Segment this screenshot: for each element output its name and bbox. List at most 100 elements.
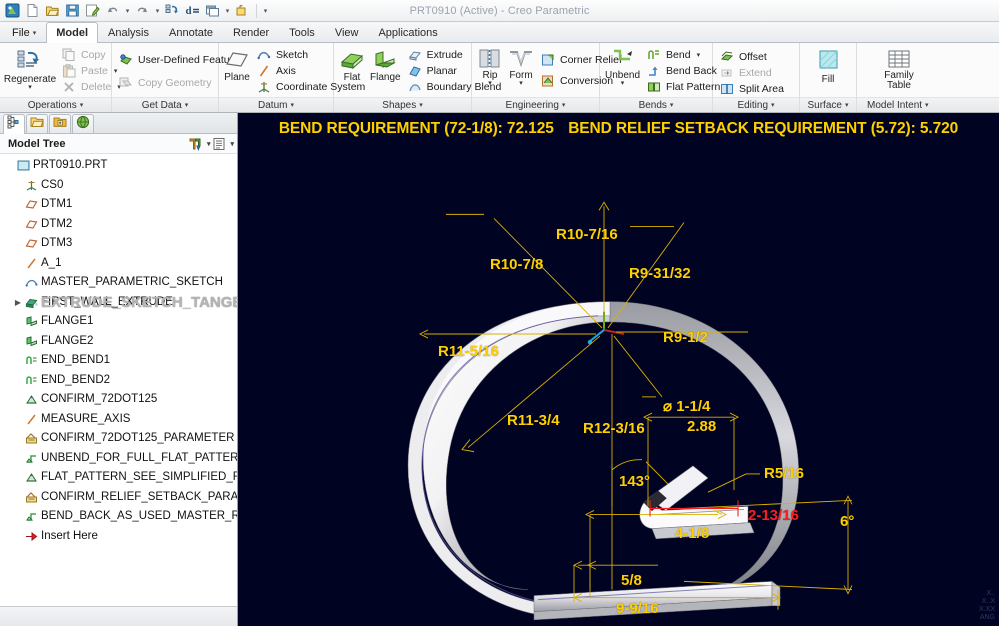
regenerate-caret-icon[interactable]: ▾ bbox=[28, 85, 32, 91]
model-tree[interactable]: PRT0910.PRT CS0DTM1DTM2DTM3A_1MASTER_PARA… bbox=[0, 154, 237, 606]
tab-file[interactable]: File▾ bbox=[2, 22, 46, 42]
tree-node[interactable]: FLAT_PATTERN_SEE_SIMPLIFIED_REP bbox=[0, 468, 237, 488]
dim-r12-3-16[interactable]: R12-3/16 bbox=[583, 420, 645, 437]
dim-r9-31-32[interactable]: R9-31/32 bbox=[629, 265, 691, 282]
new-file-icon[interactable] bbox=[23, 2, 42, 20]
unbend-button[interactable]: Unbend ▾ bbox=[604, 46, 641, 88]
fill-button[interactable]: Fill bbox=[807, 46, 849, 86]
ribbon-group-surface-label[interactable]: Surface▾ bbox=[800, 97, 856, 112]
flange-button[interactable]: Flange bbox=[369, 46, 402, 84]
form-caret-icon[interactable]: ▾ bbox=[519, 81, 523, 87]
bend-caret-icon[interactable]: ▾ bbox=[697, 51, 701, 59]
tab-view[interactable]: View bbox=[325, 22, 369, 42]
ribbon-group-get-data-label[interactable]: Get Data▾ bbox=[112, 97, 218, 112]
dim-9-9-16[interactable]: 9-9/16 bbox=[616, 600, 659, 617]
ribbon-group-editing-label[interactable]: Editing▾ bbox=[713, 97, 799, 112]
save-icon[interactable] bbox=[63, 2, 82, 20]
extend-button[interactable]: Extend bbox=[717, 65, 789, 81]
ribbon-group-datum-label[interactable]: Datum▾ bbox=[219, 97, 333, 112]
dim-r11-5-16[interactable]: R11-5/16 bbox=[438, 343, 499, 360]
ribbon-group-operations-label[interactable]: Operations▾ bbox=[0, 97, 111, 112]
tree-node[interactable]: END_BEND2 bbox=[0, 371, 237, 391]
form-button[interactable]: Form ▾ bbox=[507, 46, 535, 88]
tree-node-label: PRT0910.PRT bbox=[33, 159, 107, 172]
tab-annotate[interactable]: Annotate bbox=[159, 22, 223, 42]
regenerate-button[interactable]: Regenerate ▾ bbox=[4, 46, 56, 92]
split-area-button[interactable]: Split Area bbox=[717, 81, 789, 97]
tree-node[interactable]: CONFIRM_72DOT125 bbox=[0, 390, 237, 410]
open-file-icon[interactable] bbox=[43, 2, 62, 20]
ribbon-group-engineering-label[interactable]: Engineering▾ bbox=[472, 97, 599, 112]
dim-5-8[interactable]: 5/8 bbox=[621, 572, 642, 589]
undo-icon[interactable] bbox=[103, 2, 122, 20]
redo-icon[interactable] bbox=[133, 2, 152, 20]
tree-node[interactable]: END_BEND1 bbox=[0, 351, 237, 371]
flat-button[interactable]: Flat bbox=[338, 46, 366, 84]
split-area-label: Split Area bbox=[739, 83, 784, 95]
tree-node[interactable]: FLANGE2 bbox=[0, 332, 237, 352]
redo-dropdown-caret-icon[interactable]: ▾ bbox=[153, 7, 162, 15]
offset-button[interactable]: Offset bbox=[717, 49, 789, 65]
graphics-viewport[interactable]: BEND REQUIREMENT (72-1/8): 72.125 BEND R… bbox=[238, 113, 999, 626]
undo-dropdown-caret-icon[interactable]: ▾ bbox=[123, 7, 132, 15]
tab-tools[interactable]: Tools bbox=[279, 22, 325, 42]
rip-caret-icon[interactable]: ▾ bbox=[488, 81, 492, 87]
rip-button[interactable]: Rip ▾ bbox=[476, 46, 504, 88]
ribbon-group-model-intent-label[interactable]: Model Intent▾ bbox=[857, 97, 999, 112]
tab-model[interactable]: Model bbox=[46, 22, 98, 43]
plane-button[interactable]: Plane bbox=[223, 46, 251, 84]
dim-r10-7-8[interactable]: R10-7/8 bbox=[490, 256, 543, 273]
analysis-icon bbox=[24, 471, 39, 484]
dim-r11-3-4[interactable]: R11-3/4 bbox=[507, 412, 560, 429]
tree-node[interactable]: FLANGE1 bbox=[0, 312, 237, 332]
tree-node[interactable]: CONFIRM_72DOT125_PARAMETER bbox=[0, 429, 237, 449]
analysis-icon bbox=[24, 393, 39, 406]
tab-analysis[interactable]: Analysis bbox=[98, 22, 159, 42]
hook-angled-arm bbox=[648, 466, 708, 511]
folder-browser-tab[interactable] bbox=[26, 114, 48, 133]
window-dropdown-caret-icon[interactable]: ▾ bbox=[223, 7, 232, 15]
out-of-spec-dimension-line bbox=[650, 500, 738, 516]
relation-icon[interactable]: d bbox=[183, 2, 202, 20]
dim-r5-16[interactable]: R5/16 bbox=[764, 465, 804, 482]
tree-node[interactable]: Insert Here bbox=[0, 527, 237, 547]
tab-render[interactable]: Render bbox=[223, 22, 279, 42]
favorites-tab[interactable] bbox=[49, 114, 71, 133]
dim-2-88[interactable]: 2.88 bbox=[687, 418, 716, 435]
tree-node[interactable]: CS0 bbox=[0, 176, 237, 196]
tree-node[interactable]: MASTER_PARAMETRIC_SKETCH bbox=[0, 273, 237, 293]
tree-node[interactable]: BEND_BACK_AS_USED_MASTER_REP bbox=[0, 507, 237, 527]
save-as-icon[interactable] bbox=[83, 2, 102, 20]
close-window-icon[interactable] bbox=[233, 2, 252, 20]
tree-node[interactable]: A_1 bbox=[0, 254, 237, 274]
dim-4-1-8[interactable]: 4-1/8 bbox=[675, 525, 709, 542]
tree-node[interactable]: PRT0910.PRT bbox=[0, 156, 237, 176]
tab-applications[interactable]: Applications bbox=[368, 22, 447, 42]
dim-6-deg[interactable]: 6° bbox=[840, 513, 854, 530]
ribbon-group-bends-label[interactable]: Bends▾ bbox=[600, 97, 712, 112]
dim-dia-1-1-4[interactable]: ⌀ 1-1/4 bbox=[663, 397, 710, 415]
unbend-caret-icon[interactable]: ▾ bbox=[621, 81, 625, 87]
ribbon-group-shapes-label[interactable]: Shapes▾ bbox=[334, 97, 471, 112]
tree-node[interactable]: DTM3 bbox=[0, 234, 237, 254]
dim-143-deg[interactable]: 143° bbox=[619, 473, 650, 490]
tree-node[interactable]: DTM2 bbox=[0, 215, 237, 235]
tree-node[interactable]: EXTRUDE_SKETCH_TANGENT_SPLINE bbox=[0, 293, 237, 313]
tree-display-caret-icon[interactable]: ▾ bbox=[230, 140, 234, 148]
model-tree-tab[interactable] bbox=[3, 114, 25, 134]
tree-display-button[interactable] bbox=[210, 135, 227, 152]
dim-r9-1-2[interactable]: R9-1/2 bbox=[663, 329, 708, 346]
regenerate-icon[interactable] bbox=[163, 2, 182, 20]
qat-overflow-caret-icon[interactable]: ▾ bbox=[261, 7, 270, 15]
dim-r10-7-16[interactable]: R10-7/16 bbox=[556, 226, 618, 243]
tree-node[interactable]: MEASURE_AXIS bbox=[0, 410, 237, 430]
family-table-button[interactable]: Family Table bbox=[873, 46, 925, 92]
dim-2-13-16[interactable]: 2-13/16 bbox=[748, 507, 799, 524]
tree-node[interactable]: CONFIRM_RELIEF_SETBACK_PARAMETE bbox=[0, 488, 237, 508]
filter-settings-button[interactable] bbox=[187, 135, 204, 152]
web-browser-tab[interactable] bbox=[72, 114, 94, 133]
window-icon[interactable] bbox=[203, 2, 222, 20]
creo-logo-icon[interactable] bbox=[3, 2, 22, 20]
tree-node[interactable]: UNBEND_FOR_FULL_FLAT_PATTERN bbox=[0, 449, 237, 469]
tree-node[interactable]: DTM1 bbox=[0, 195, 237, 215]
